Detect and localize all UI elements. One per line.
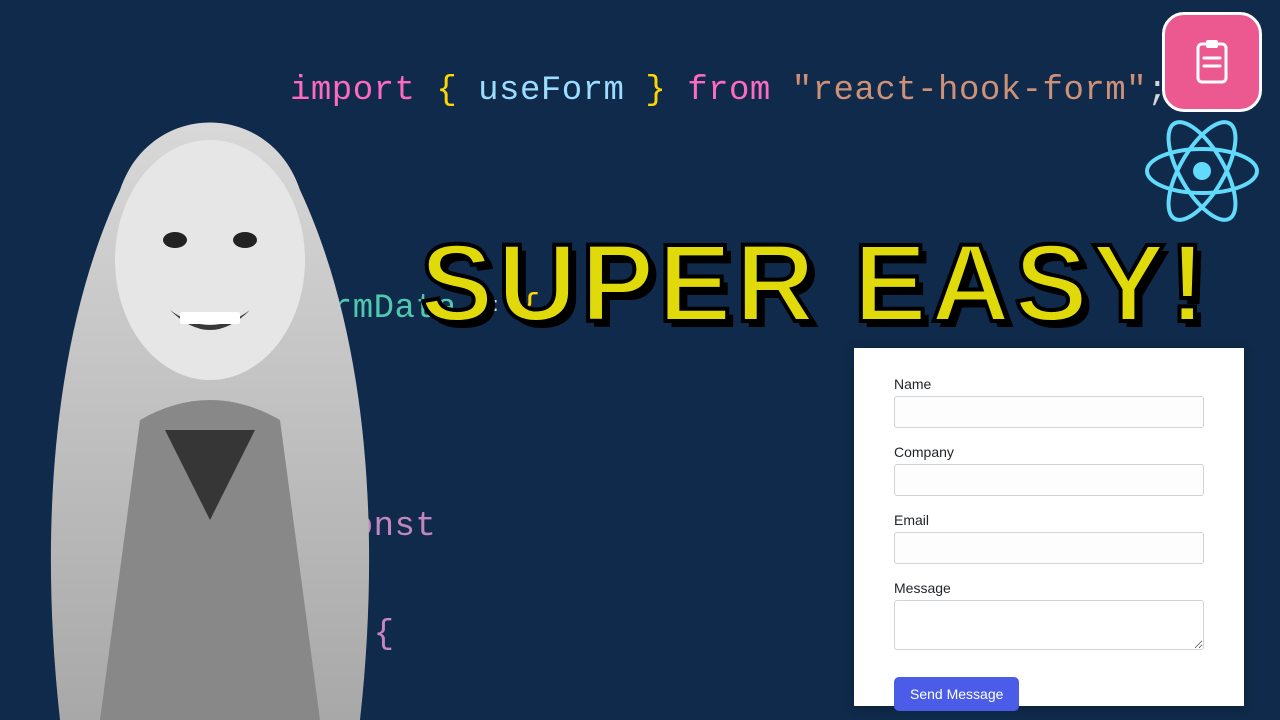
input-message[interactable] [894, 600, 1204, 650]
contact-form-preview: Name Company Email Message Send Message [854, 348, 1244, 706]
input-name[interactable] [894, 396, 1204, 428]
input-company[interactable] [894, 464, 1204, 496]
react-icon [1142, 116, 1262, 226]
input-email[interactable] [894, 532, 1204, 564]
label-name: Name [894, 376, 1204, 392]
send-message-button[interactable]: Send Message [894, 677, 1019, 711]
label-email: Email [894, 512, 1204, 528]
label-company: Company [894, 444, 1204, 460]
react-hook-form-icon [1162, 12, 1262, 112]
label-message: Message [894, 580, 1204, 596]
presenter-photo [0, 40, 420, 720]
headline-text: SUPER EASY! [420, 220, 1210, 347]
thumbnail-stage: import { useForm } from "react-hook-form… [0, 0, 1280, 720]
